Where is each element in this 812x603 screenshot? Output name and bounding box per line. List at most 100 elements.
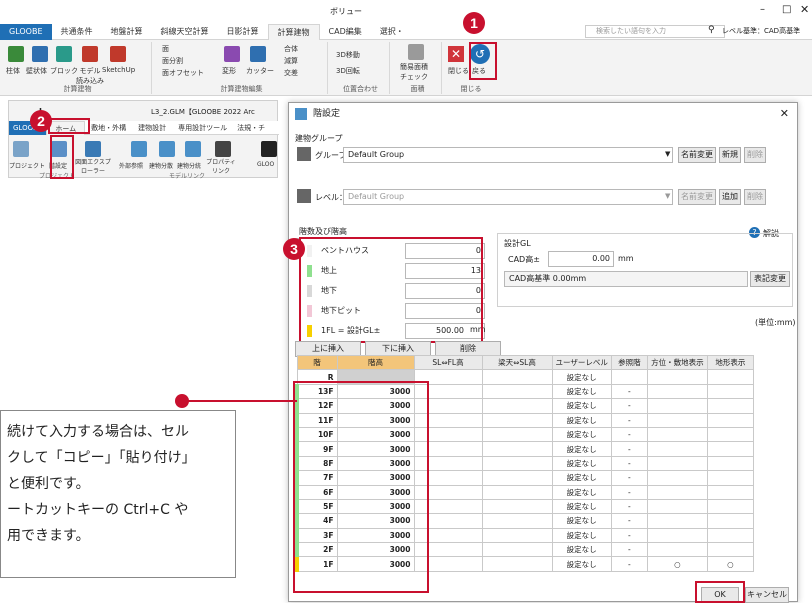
- beam-sl-cell[interactable]: [481, 484, 553, 500]
- add-button[interactable]: 追加: [719, 189, 741, 205]
- tab-calc-building[interactable]: 計算建物: [267, 24, 320, 40]
- terrain-cell[interactable]: [706, 412, 754, 428]
- rotate3d-button[interactable]: 3D回転: [336, 66, 360, 76]
- col-ref-floor[interactable]: 参照階: [610, 354, 648, 371]
- tab-cad-edit[interactable]: CAD編集: [320, 24, 371, 40]
- col-floor[interactable]: 階: [296, 354, 338, 371]
- user-level-cell[interactable]: 設定なし: [551, 542, 612, 558]
- chevron-down-icon[interactable]: ▼: [665, 192, 670, 200]
- orientation-cell[interactable]: [646, 426, 708, 443]
- minimize-icon[interactable]: –: [760, 4, 765, 15]
- tab-common[interactable]: 共通条件: [52, 24, 102, 40]
- bldg-split-button[interactable]: 建物分散: [149, 161, 173, 170]
- beam-sl-cell[interactable]: [481, 412, 553, 428]
- col-orientation[interactable]: 方位・敷地表示: [646, 354, 708, 371]
- tab-skyfactor[interactable]: 斜線天空計算: [152, 24, 218, 40]
- gloo-button[interactable]: GLOO: [257, 161, 274, 168]
- rename-button[interactable]: 名前変更: [678, 147, 716, 163]
- terrain-cell[interactable]: [706, 513, 754, 529]
- user-level-cell[interactable]: 設定なし: [551, 513, 612, 529]
- chevron-down-icon[interactable]: ▼: [665, 150, 670, 158]
- ref-floor-cell[interactable]: -: [610, 498, 648, 515]
- ref-floor-cell[interactable]: -: [610, 556, 648, 572]
- user-level-cell[interactable]: 設定なし: [551, 369, 612, 385]
- user-level-cell[interactable]: 設定なし: [551, 484, 612, 500]
- external-ref-button[interactable]: 外部参照: [119, 161, 143, 170]
- user-level-cell[interactable]: 設定なし: [551, 441, 612, 457]
- new-button[interactable]: 新規: [719, 147, 741, 163]
- terrain-cell[interactable]: [706, 426, 754, 443]
- tab-law[interactable]: 法規・チ: [233, 121, 269, 135]
- user-level-cell[interactable]: 設定なし: [551, 455, 612, 472]
- face-divide-button[interactable]: 面分割: [162, 56, 183, 66]
- property-link-button[interactable]: プロパティリンク: [205, 157, 237, 175]
- project-button[interactable]: プロジェクト: [9, 161, 45, 170]
- terrain-cell[interactable]: [706, 369, 754, 385]
- ref-floor-cell[interactable]: -: [610, 513, 648, 529]
- ref-floor-cell[interactable]: -: [610, 426, 648, 443]
- terrain-cell[interactable]: [706, 383, 754, 400]
- ref-floor-cell[interactable]: -: [610, 484, 648, 500]
- col-sl-fl[interactable]: SL⇔FL高: [413, 354, 483, 371]
- terrain-cell[interactable]: [706, 484, 754, 500]
- bldg-merge-button[interactable]: 建物分統: [177, 161, 201, 170]
- beam-sl-cell[interactable]: [481, 513, 553, 529]
- user-level-cell[interactable]: 設定なし: [551, 498, 612, 515]
- model-import-button[interactable]: モデル 読み込み: [76, 66, 104, 86]
- orientation-cell[interactable]: [646, 542, 708, 558]
- maximize-icon[interactable]: □: [782, 4, 791, 15]
- search-icon[interactable]: ⚲: [708, 25, 715, 35]
- union-button[interactable]: 合体: [284, 44, 298, 54]
- deform-button[interactable]: 変形: [222, 66, 236, 76]
- search-input[interactable]: 検索したい語句を入力: [585, 25, 725, 38]
- beam-sl-cell[interactable]: [481, 398, 553, 414]
- tab-select[interactable]: 選択・: [371, 24, 413, 40]
- beam-sl-cell[interactable]: [481, 470, 553, 486]
- tab-gloobe[interactable]: GLOOBE: [0, 24, 52, 40]
- terrain-cell[interactable]: ○: [706, 556, 754, 572]
- beam-sl-cell[interactable]: [481, 383, 553, 400]
- drawing-explorer-button[interactable]: 図面エクスプローラー: [73, 157, 113, 175]
- beam-sl-cell[interactable]: [481, 556, 553, 572]
- user-level-cell[interactable]: 設定なし: [551, 556, 612, 572]
- beam-sl-cell[interactable]: [481, 498, 553, 515]
- orientation-cell[interactable]: [646, 498, 708, 515]
- user-level-cell[interactable]: 設定なし: [551, 426, 612, 443]
- beam-sl-cell[interactable]: [481, 527, 553, 544]
- orientation-cell[interactable]: ○: [646, 556, 708, 572]
- level-select[interactable]: Default Group: [343, 189, 673, 205]
- orientation-cell[interactable]: [646, 441, 708, 457]
- close-window-icon[interactable]: ✕: [800, 3, 809, 16]
- ref-floor-cell[interactable]: -: [610, 398, 648, 414]
- cutter-button[interactable]: カッター: [246, 66, 274, 76]
- move3d-button[interactable]: 3D移動: [336, 50, 360, 60]
- terrain-cell[interactable]: [706, 542, 754, 558]
- user-level-cell[interactable]: 設定なし: [551, 470, 612, 486]
- cancel-button[interactable]: キャンセル: [745, 587, 789, 603]
- col-beam-sl[interactable]: 梁天⇔SL高: [481, 354, 553, 371]
- ref-floor-cell[interactable]: -: [610, 527, 648, 544]
- intersect-button[interactable]: 交差: [284, 68, 298, 78]
- orientation-cell[interactable]: [646, 513, 708, 529]
- tab-shadow[interactable]: 日影計算: [218, 24, 268, 40]
- terrain-cell[interactable]: [706, 470, 754, 486]
- cad-height-input[interactable]: 0.00: [548, 251, 614, 267]
- group-select[interactable]: Default Group: [343, 147, 673, 163]
- tab-design[interactable]: 建物設計: [132, 121, 172, 135]
- subtract-button[interactable]: 減算: [284, 56, 298, 66]
- orientation-cell[interactable]: [646, 455, 708, 472]
- beam-sl-cell[interactable]: [481, 426, 553, 443]
- ref-floor-cell[interactable]: -: [610, 455, 648, 472]
- col-user-level[interactable]: ユーザーレベル: [551, 354, 612, 371]
- tab-tools[interactable]: 専用設計ツール: [172, 121, 233, 135]
- tab-site[interactable]: 敷地・外構: [85, 121, 132, 135]
- ref-floor-cell[interactable]: -: [610, 383, 648, 400]
- beam-sl-cell[interactable]: [481, 455, 553, 472]
- user-level-cell[interactable]: 設定なし: [551, 398, 612, 414]
- col-height[interactable]: 階高: [336, 354, 415, 371]
- terrain-cell[interactable]: [706, 527, 754, 544]
- delete-button[interactable]: 削除: [744, 147, 766, 163]
- terrain-cell[interactable]: [706, 441, 754, 457]
- beam-sl-cell[interactable]: [481, 369, 553, 385]
- ref-floor-cell[interactable]: [610, 369, 648, 385]
